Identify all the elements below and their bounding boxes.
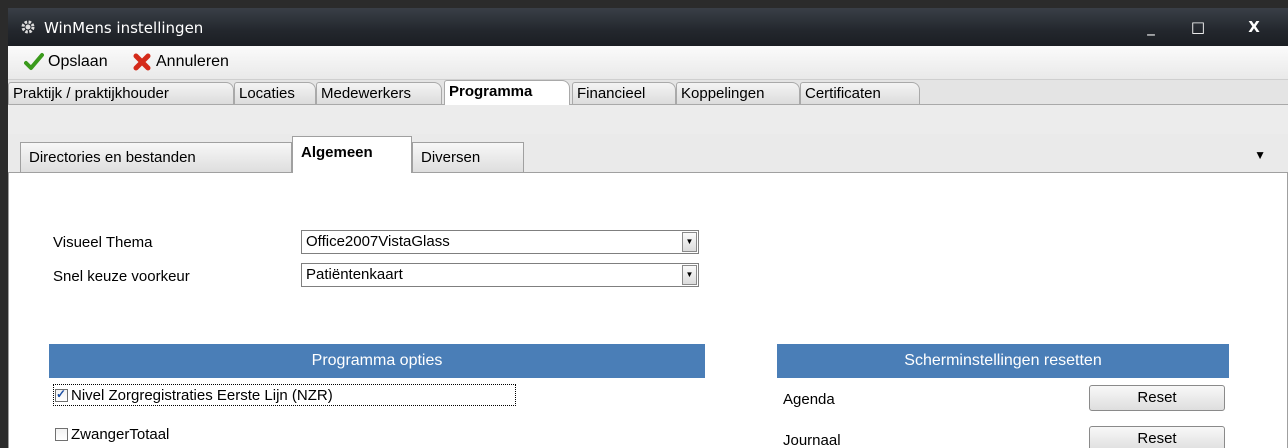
zwangertotaal-checkbox[interactable]: [55, 428, 68, 441]
reset-agenda-button[interactable]: Reset: [1089, 385, 1225, 411]
gear-icon: [21, 20, 35, 34]
tab-koppelingen[interactable]: Koppelingen: [676, 82, 800, 104]
tab-financieel[interactable]: Financieel: [572, 82, 676, 104]
main-tab-strip: Praktijk / praktijkhouder Locaties Medew…: [8, 80, 1288, 105]
window-title: WinMens instellingen: [44, 19, 204, 37]
theme-select[interactable]: Office2007VistaGlass ▼: [301, 230, 699, 254]
close-button[interactable]: X: [1236, 14, 1272, 40]
toolbar: Opslaan Annuleren: [8, 46, 1288, 80]
tab-praktijk[interactable]: Praktijk / praktijkhouder: [8, 82, 234, 104]
tab-locaties[interactable]: Locaties: [234, 82, 316, 104]
quick-label: Snel keuze voorkeur: [53, 268, 190, 285]
checkmark-icon: [24, 53, 44, 70]
sub-tab-strip: Directories en bestanden Algemeen Divers…: [8, 134, 1288, 173]
theme-label: Visueel Thema: [53, 234, 153, 251]
cross-icon: [133, 53, 151, 71]
theme-value: Office2007VistaGlass: [306, 233, 450, 250]
maximize-button[interactable]: □: [1180, 14, 1216, 40]
quick-select[interactable]: Patiëntenkaart ▼: [301, 263, 699, 287]
agenda-label: Agenda: [783, 391, 835, 408]
chevron-down-icon[interactable]: ▼: [682, 265, 697, 285]
program-options-header: Programma opties: [49, 344, 705, 378]
minimize-button[interactable]: _: [1133, 14, 1169, 40]
tab-directories[interactable]: Directories en bestanden: [20, 142, 292, 172]
cancel-label: Annuleren: [156, 53, 229, 70]
tab-diversen[interactable]: Diversen: [412, 142, 524, 172]
screen-reset-header: Scherminstellingen resetten: [777, 344, 1229, 378]
tab-medewerkers[interactable]: Medewerkers: [316, 82, 442, 104]
tab-programma[interactable]: Programma: [444, 80, 570, 105]
zwangertotaal-option[interactable]: ZwangerTotaal: [55, 426, 169, 443]
cancel-button[interactable]: Annuleren: [132, 51, 229, 73]
zwangertotaal-label: ZwangerTotaal: [71, 426, 170, 443]
nzr-label: Nivel Zorgregistraties Eerste Lijn (NZR): [71, 386, 333, 404]
tab-certificaten[interactable]: Certificaten: [800, 82, 920, 104]
nzr-option[interactable]: Nivel Zorgregistraties Eerste Lijn (NZR): [53, 384, 516, 406]
settings-window: WinMens instellingen _ □ X Opslaan Annul…: [8, 8, 1288, 448]
nzr-checkbox[interactable]: [55, 387, 68, 402]
algemeen-panel: Visueel Thema Office2007VistaGlass ▼ Sne…: [8, 173, 1288, 448]
quick-value: Patiëntenkaart: [306, 266, 403, 283]
reset-journaal-button[interactable]: Reset: [1089, 426, 1225, 448]
chevron-down-icon[interactable]: ▼: [682, 232, 697, 252]
tab-menu-icon[interactable]: ▼: [1254, 148, 1266, 162]
title-bar[interactable]: WinMens instellingen _ □ X: [8, 8, 1288, 46]
save-button[interactable]: Opslaan: [24, 51, 108, 73]
journaal-label: Journaal: [783, 432, 841, 448]
save-label: Opslaan: [48, 53, 108, 70]
tab-algemeen[interactable]: Algemeen: [292, 136, 412, 173]
